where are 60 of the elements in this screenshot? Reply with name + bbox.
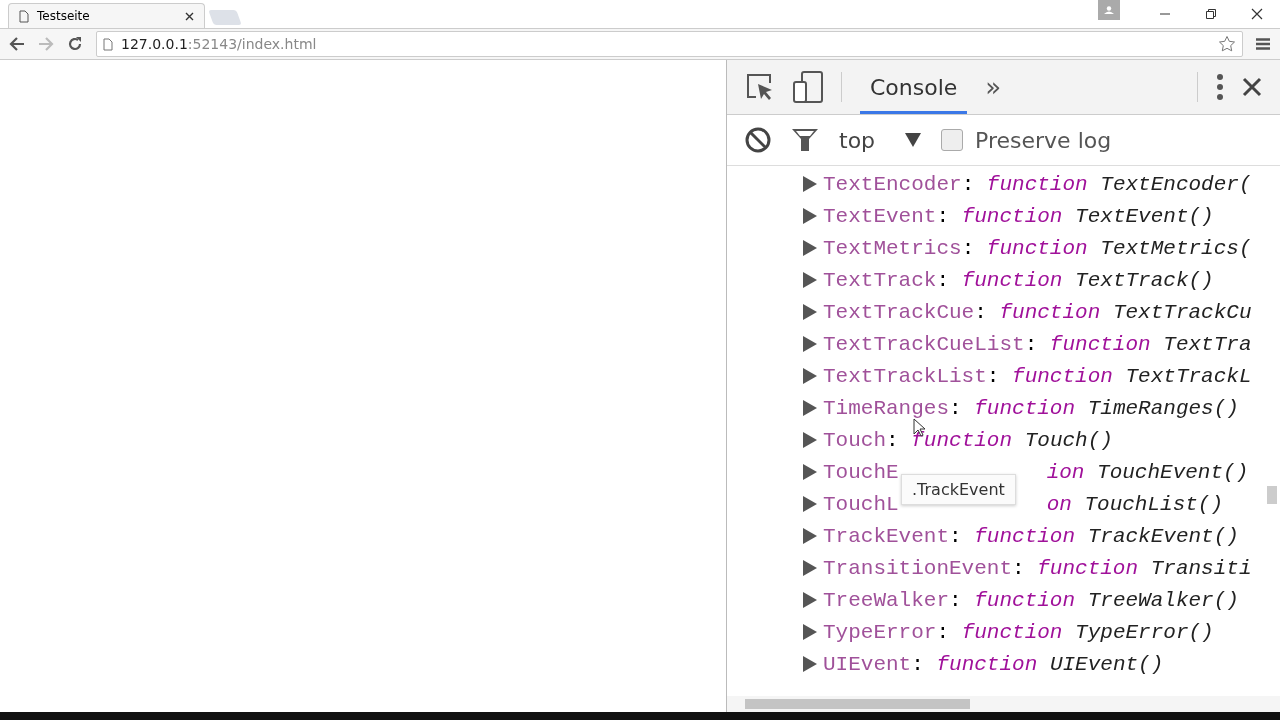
person-icon bbox=[1104, 6, 1114, 14]
property-value: ion TouchEvent() bbox=[1046, 460, 1249, 484]
expand-arrow-icon[interactable] bbox=[803, 176, 817, 192]
expand-arrow-icon[interactable] bbox=[803, 272, 817, 288]
checkbox-label: Preserve log bbox=[975, 127, 1112, 153]
expand-arrow-icon[interactable] bbox=[803, 464, 817, 480]
property-entry: UIEvent: function UIEvent() bbox=[823, 652, 1164, 676]
property-name: TouchE bbox=[823, 460, 899, 484]
expand-arrow-icon[interactable] bbox=[803, 336, 817, 352]
property-entry: TypeError: function TypeError() bbox=[823, 620, 1214, 644]
property-entry: Touch: function Touch() bbox=[823, 428, 1113, 452]
property-entry: TrackEvent: function TrackEvent() bbox=[823, 524, 1239, 548]
property-entry: TransitionEvent: function Transiti bbox=[823, 556, 1252, 580]
property-entry: TreeWalker: function TreeWalker() bbox=[823, 588, 1239, 612]
star-icon[interactable] bbox=[1218, 35, 1236, 53]
property-entry: TextEncoder: function TextEncoder( bbox=[823, 172, 1252, 196]
tooltip: .TrackEvent bbox=[901, 474, 1016, 505]
expand-arrow-icon[interactable] bbox=[803, 592, 817, 608]
expand-arrow-icon[interactable] bbox=[803, 528, 817, 544]
property-entry: TextTrackCueList: function TextTra bbox=[823, 332, 1252, 356]
expand-arrow-icon[interactable] bbox=[803, 208, 817, 224]
page-icon bbox=[19, 9, 29, 23]
address-bar[interactable]: 127.0.0.1:52143/index.html bbox=[96, 31, 1243, 57]
property-name: TouchL bbox=[823, 492, 899, 516]
filter-icon[interactable] bbox=[791, 128, 819, 152]
restore-icon[interactable] bbox=[1205, 8, 1217, 20]
scrollbar-thumb[interactable] bbox=[1267, 486, 1277, 504]
reload-icon[interactable] bbox=[67, 36, 83, 52]
property-entry: TextTrackCue: function TextTrackCu bbox=[823, 300, 1252, 324]
preserve-log-checkbox[interactable] bbox=[941, 129, 964, 151]
context-dropdown[interactable]: top bbox=[839, 127, 922, 153]
close-icon[interactable] bbox=[185, 11, 194, 21]
page-icon bbox=[103, 37, 113, 51]
console-tab[interactable]: Console bbox=[860, 60, 968, 114]
expand-arrow-icon[interactable] bbox=[803, 496, 817, 512]
browser-tab[interactable]: Testseite bbox=[8, 3, 205, 28]
property-entry: TextTrackList: function TextTrackL bbox=[823, 364, 1252, 388]
expand-arrow-icon[interactable] bbox=[803, 368, 817, 384]
clear-icon[interactable] bbox=[745, 127, 771, 153]
dropdown-arrow-icon bbox=[905, 133, 922, 147]
device-icon[interactable] bbox=[793, 71, 823, 103]
expand-arrow-icon[interactable] bbox=[803, 304, 817, 320]
property-entry: TimeRanges: function TimeRanges() bbox=[823, 396, 1239, 420]
close-icon[interactable] bbox=[1251, 8, 1263, 20]
scrollbar-thumb[interactable] bbox=[745, 699, 970, 709]
menu-icon[interactable] bbox=[1256, 38, 1270, 50]
expand-arrow-icon[interactable] bbox=[803, 624, 817, 640]
property-value: on TouchList() bbox=[1046, 492, 1224, 516]
property-entry: TextTrack: function TextTrack() bbox=[823, 268, 1214, 292]
expand-arrow-icon[interactable] bbox=[803, 400, 817, 416]
expand-arrow-icon[interactable] bbox=[803, 432, 817, 448]
more-tabs-button[interactable]: » bbox=[985, 72, 1002, 102]
property-entry: TextEvent: function TextEvent() bbox=[823, 204, 1214, 228]
close-icon[interactable] bbox=[1242, 77, 1262, 97]
expand-arrow-icon[interactable] bbox=[803, 560, 817, 576]
kebab-menu-icon[interactable] bbox=[1216, 73, 1224, 101]
expand-arrow-icon[interactable] bbox=[803, 240, 817, 256]
back-icon[interactable] bbox=[9, 37, 25, 51]
property-entry: TextMetrics: function TextMetrics( bbox=[823, 236, 1252, 260]
expand-arrow-icon[interactable] bbox=[803, 656, 817, 672]
